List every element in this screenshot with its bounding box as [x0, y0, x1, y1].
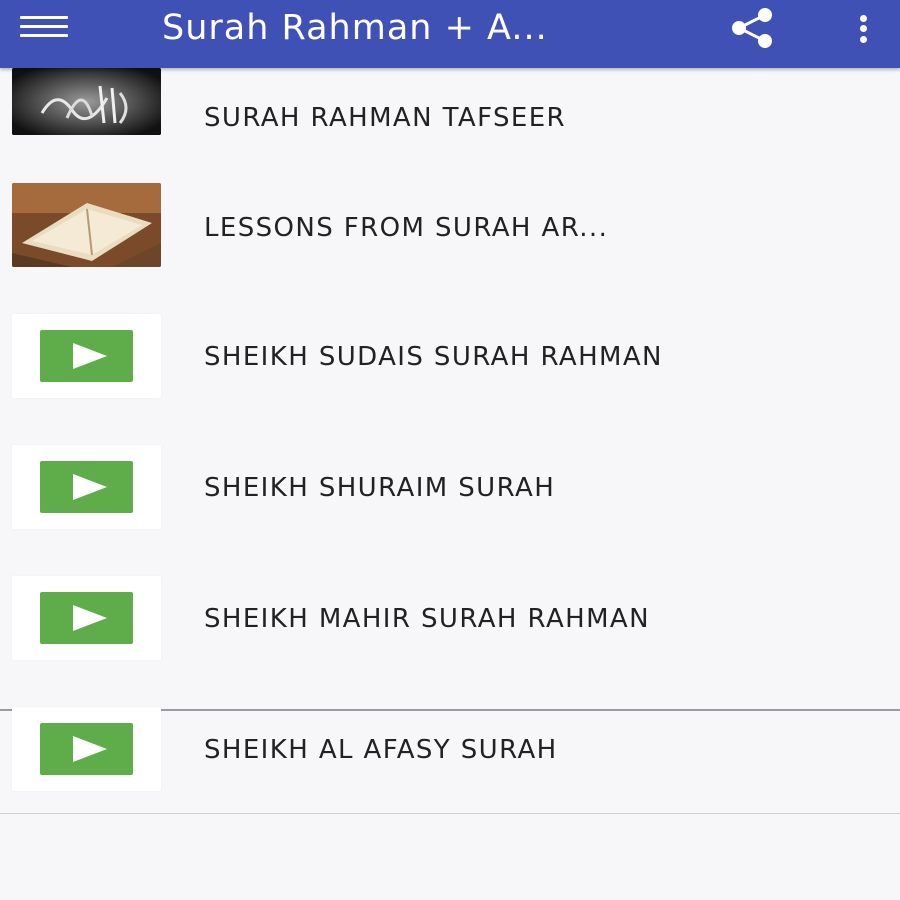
play-icon — [40, 330, 133, 382]
calligraphy-image — [12, 68, 161, 135]
share-icon[interactable] — [724, 6, 782, 50]
list-item-label: SHEIKH AL AFASY SURAH — [204, 735, 558, 765]
play-thumbnail — [12, 314, 161, 398]
list-item[interactable]: SHEIKH AL AFASY SURAH — [0, 680, 900, 811]
play-thumbnail — [12, 445, 161, 529]
list-item[interactable]: SURAH RAHMAN TAFSEER — [0, 68, 900, 156]
list-item[interactable]: SHEIKH SUDAIS SURAH RAHMAN — [0, 287, 900, 418]
play-icon — [40, 592, 133, 644]
more-vert-icon[interactable] — [846, 10, 882, 50]
list-divider — [0, 813, 900, 814]
app-bar: Surah Rahman + A... — [0, 0, 900, 68]
list-item[interactable]: LESSONS FROM SURAH AR... — [0, 156, 900, 287]
list-item-label: SHEIKH MAHIR SURAH RAHMAN — [204, 604, 650, 634]
list-item[interactable]: SHEIKH MAHIR SURAH RAHMAN — [0, 549, 900, 680]
play-icon — [40, 461, 133, 513]
list-item-label: LESSONS FROM SURAH AR... — [204, 213, 609, 243]
content-list: SURAH RAHMAN TAFSEER LESSONS FROM SURAH … — [0, 68, 900, 900]
quran-book-image — [12, 183, 161, 267]
app-title: Surah Rahman + A... — [162, 8, 548, 48]
play-thumbnail — [12, 576, 161, 660]
list-item[interactable]: SHEIKH SHURAIM SURAH — [0, 418, 900, 549]
play-thumbnail — [12, 707, 161, 791]
list-item-label: SHEIKH SHURAIM SURAH — [204, 473, 556, 503]
hamburger-menu-icon[interactable] — [14, 12, 74, 42]
list-item-label: SHEIKH SUDAIS SURAH RAHMAN — [204, 342, 663, 372]
list-item-label: SURAH RAHMAN TAFSEER — [204, 103, 567, 133]
play-icon — [40, 723, 133, 775]
